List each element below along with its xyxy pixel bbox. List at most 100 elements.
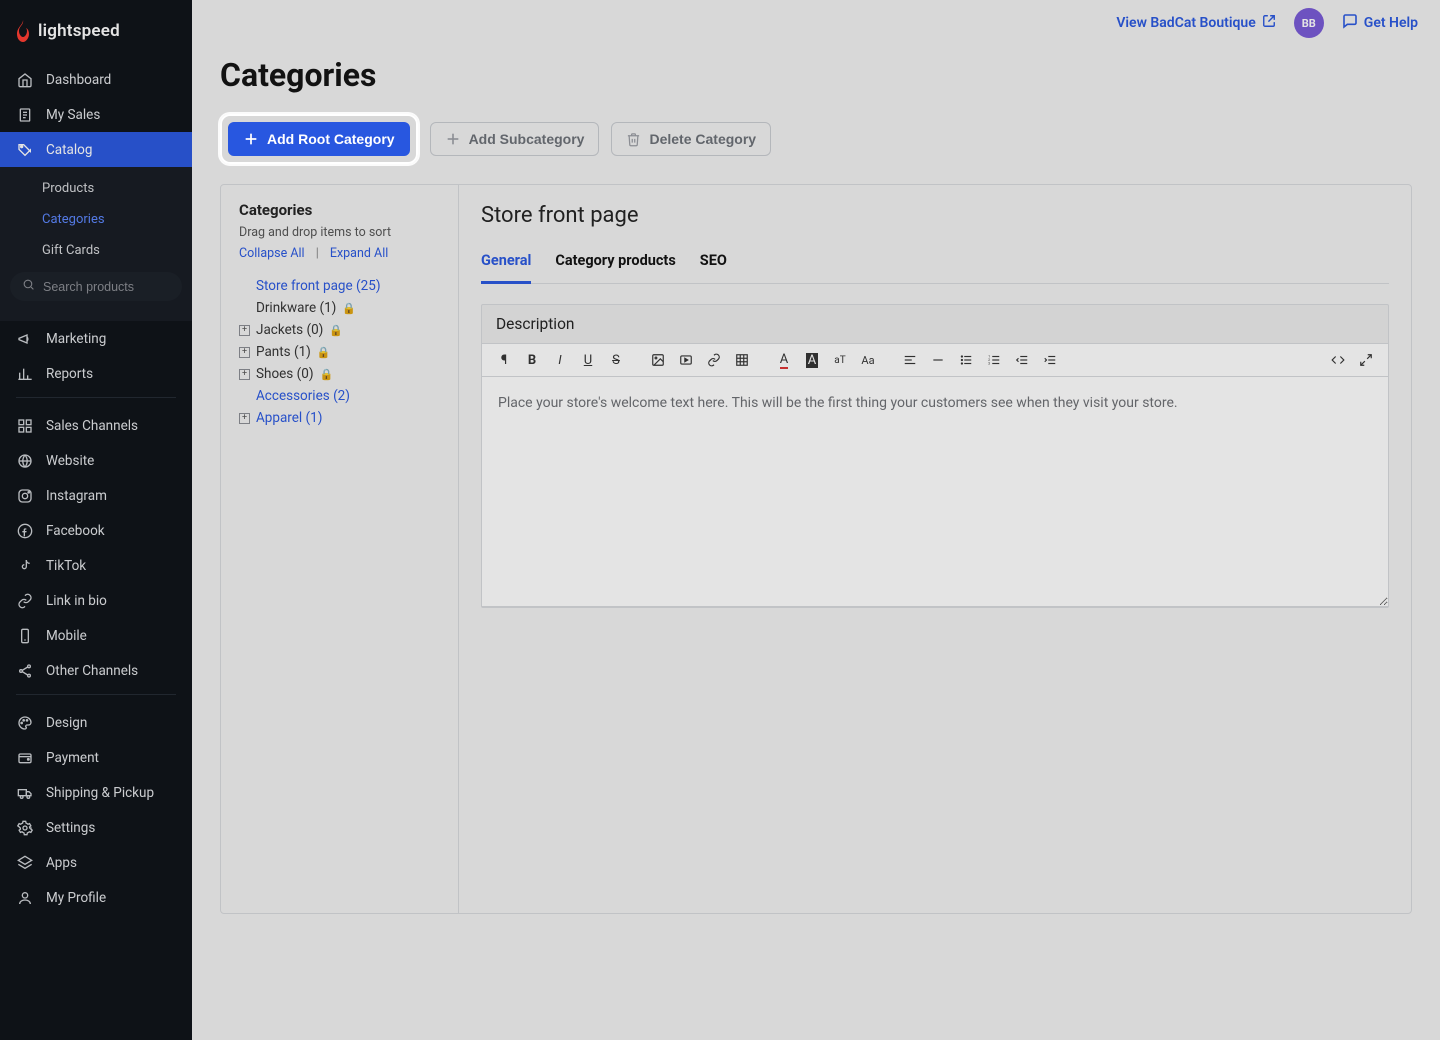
text-format-icon[interactable]: Aa — [856, 348, 880, 372]
ordered-list-icon[interactable]: 123 — [982, 348, 1006, 372]
expand-all-link[interactable]: Expand All — [330, 246, 388, 261]
sidebar-item-dashboard[interactable]: Dashboard — [0, 62, 192, 97]
sidebar-item-mobile[interactable]: Mobile — [0, 618, 192, 653]
paragraph-icon[interactable]: ¶ — [492, 348, 516, 372]
add-subcategory-button[interactable]: Add Subcategory — [430, 122, 600, 156]
sidebar-item-label: Apps — [46, 855, 77, 871]
underline-icon[interactable]: U — [576, 348, 600, 372]
avatar[interactable]: BB — [1294, 8, 1324, 38]
sidebar-item-apps[interactable]: Apps — [0, 845, 192, 880]
tiktok-icon — [16, 558, 34, 574]
tree-item[interactable]: + Apparel (1) — [239, 407, 440, 429]
avatar-initials: BB — [1302, 17, 1316, 30]
tab-general[interactable]: General — [481, 242, 531, 284]
category-detail-panel: Store front page GeneralCategory product… — [459, 185, 1411, 913]
lock-icon: 🔒 — [317, 346, 331, 359]
table-icon[interactable] — [730, 348, 754, 372]
sidebar-item-tiktok[interactable]: TikTok — [0, 548, 192, 583]
tab-category-products[interactable]: Category products — [555, 242, 675, 283]
sidebar-item-marketing[interactable]: Marketing — [0, 321, 192, 356]
sidebar-item-instagram[interactable]: Instagram — [0, 478, 192, 513]
expand-toggle-icon[interactable]: + — [239, 413, 250, 424]
sidebar-item-other-channels[interactable]: Other Channels — [0, 653, 192, 688]
fullscreen-icon[interactable] — [1354, 348, 1378, 372]
chat-icon — [1342, 13, 1358, 33]
strikethrough-icon[interactable]: S — [604, 348, 628, 372]
user-icon — [16, 890, 34, 906]
sidebar-item-my-sales[interactable]: My Sales — [0, 97, 192, 132]
search-icon — [22, 278, 35, 295]
image-icon[interactable] — [646, 348, 670, 372]
plus-icon — [243, 131, 259, 147]
sidebar-item-facebook[interactable]: Facebook — [0, 513, 192, 548]
expand-toggle-icon[interactable]: + — [239, 347, 250, 358]
tree-item-label: Store front page (25) — [256, 278, 381, 294]
tree-title: Categories — [239, 201, 440, 219]
italic-icon[interactable]: I — [548, 348, 572, 372]
expand-toggle-icon[interactable]: + — [239, 325, 250, 336]
tab-seo[interactable]: SEO — [700, 242, 727, 283]
horizontal-rule-icon[interactable] — [926, 348, 950, 372]
bold-icon[interactable]: B — [520, 348, 544, 372]
topbar: View BadCat Boutique BB Get Help — [192, 0, 1440, 40]
tree-item-label: Accessories (2) — [256, 388, 350, 404]
align-left-icon[interactable] — [898, 348, 922, 372]
sidebar-item-design[interactable]: Design — [0, 705, 192, 740]
sidebar-item-label: Payment — [46, 750, 99, 766]
text-color-icon[interactable]: A — [772, 348, 796, 372]
search-box[interactable] — [10, 272, 182, 301]
sidebar-item-label: Other Channels — [46, 663, 138, 679]
add-sub-label: Add Subcategory — [469, 131, 585, 147]
tree-item[interactable]: Drinkware (1) 🔒 — [239, 297, 440, 319]
video-icon[interactable] — [674, 348, 698, 372]
tree-item[interactable]: Accessories (2) — [239, 385, 440, 407]
sidebar-item-payment[interactable]: Payment — [0, 740, 192, 775]
link-icon — [16, 593, 34, 609]
outdent-icon[interactable] — [1010, 348, 1034, 372]
tree-spacer — [239, 303, 250, 314]
tree-item[interactable]: + Jackets (0) 🔒 — [239, 319, 440, 341]
sidebar-item-label: Instagram — [46, 488, 107, 504]
gear-icon — [16, 820, 34, 836]
unordered-list-icon[interactable] — [954, 348, 978, 372]
description-editor[interactable]: Place your store's welcome text here. Th… — [482, 377, 1388, 607]
sidebar-item-reports[interactable]: Reports — [0, 356, 192, 391]
editor-toolbar: ¶ B I U S A — [482, 343, 1388, 377]
tree-item[interactable]: +Shoes (0) 🔒 — [239, 363, 440, 385]
sidebar-item-label: TikTok — [46, 558, 86, 574]
sidebar-item-sales-channels[interactable]: Sales Channels — [0, 408, 192, 443]
indent-icon[interactable] — [1038, 348, 1062, 372]
expand-toggle-icon[interactable]: + — [239, 369, 250, 380]
sidebar-subitem-products[interactable]: Products — [0, 173, 192, 204]
search-input[interactable] — [43, 280, 170, 294]
tree-item-label: Apparel (1) — [256, 410, 322, 426]
highlight-color-icon[interactable]: A — [800, 348, 824, 372]
sidebar-item-settings[interactable]: Settings — [0, 810, 192, 845]
tree-item-label: Pants (1) — [256, 344, 311, 360]
sidebar-item-link-in-bio[interactable]: Link in bio — [0, 583, 192, 618]
flame-icon — [14, 20, 32, 42]
get-help-link[interactable]: Get Help — [1342, 13, 1418, 33]
tree-item-label: Jackets (0) — [256, 322, 323, 338]
main-area: View BadCat Boutique BB Get Help Categor… — [192, 0, 1440, 1040]
sidebar-subitem-gift-cards[interactable]: Gift Cards — [0, 235, 192, 266]
globe-icon — [16, 453, 34, 469]
category-tree: Store front page (25) Drinkware (1) 🔒 + Jac… — [239, 275, 440, 429]
sidebar-item-shipping-pickup[interactable]: Shipping & Pickup — [0, 775, 192, 810]
sidebar-item-label: Dashboard — [46, 72, 111, 88]
sidebar-item-my-profile[interactable]: My Profile — [0, 880, 192, 915]
link-icon[interactable] — [702, 348, 726, 372]
code-view-icon[interactable] — [1326, 348, 1350, 372]
sidebar-item-catalog[interactable]: Catalog — [0, 132, 192, 167]
tree-item[interactable]: Store front page (25) — [239, 275, 440, 297]
sidebar-subitem-categories[interactable]: Categories — [0, 204, 192, 235]
collapse-all-link[interactable]: Collapse All — [239, 246, 305, 261]
sidebar-item-website[interactable]: Website — [0, 443, 192, 478]
palette-icon — [16, 715, 34, 731]
delete-category-button[interactable]: Delete Category — [611, 122, 771, 156]
add-root-category-button[interactable]: Add Root Category — [228, 122, 410, 156]
view-store-link[interactable]: View BadCat Boutique — [1116, 14, 1275, 32]
font-size-icon[interactable]: aT — [828, 348, 852, 372]
lock-icon: 🔒 — [329, 324, 343, 337]
tree-item[interactable]: + Pants (1) 🔒 — [239, 341, 440, 363]
